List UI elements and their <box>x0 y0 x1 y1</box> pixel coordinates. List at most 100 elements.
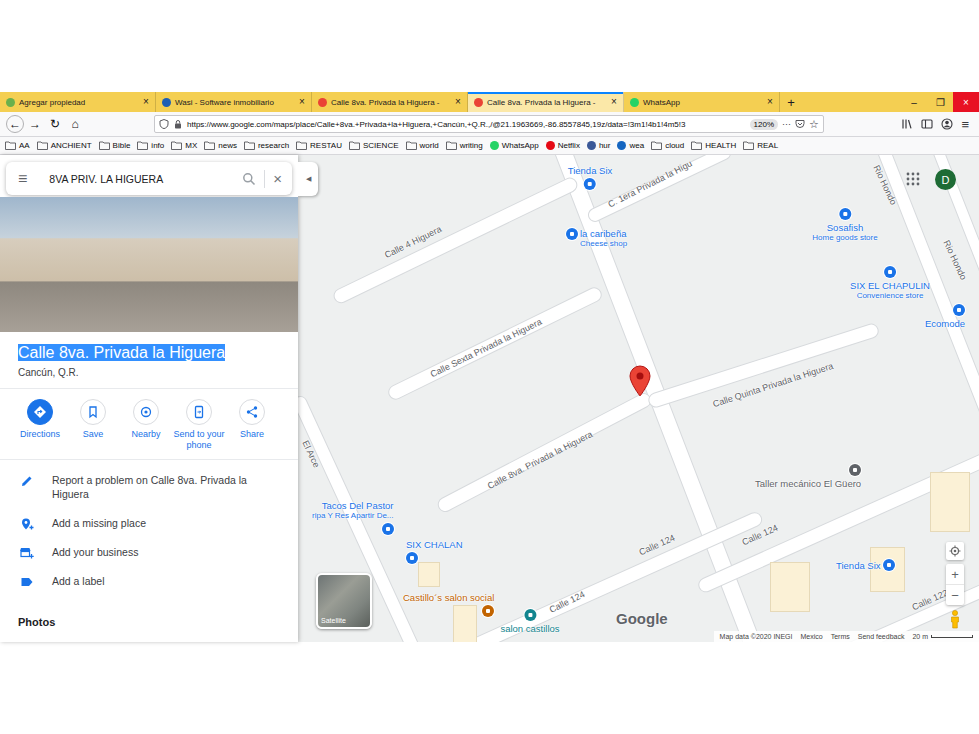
lock-icon[interactable] <box>173 119 183 129</box>
site-icon <box>617 141 626 150</box>
folder-icon <box>349 141 360 150</box>
tab-close-button[interactable]: × <box>297 97 307 107</box>
bookmark-item[interactable]: cloud <box>651 141 684 150</box>
bookmark-star-button[interactable]: ☆ <box>809 118 819 131</box>
nav-button[interactable]: ⌂ <box>66 115 84 133</box>
bookmark-label: news <box>218 141 237 150</box>
place-link[interactable]: Add a label <box>0 567 298 596</box>
bookmark-item[interactable]: ANCHIENT <box>37 141 92 150</box>
maps-menu-button[interactable]: ≡ <box>18 170 27 188</box>
place-marker[interactable]: Tienda Six <box>836 559 895 571</box>
window-control-button[interactable]: × <box>953 92 979 112</box>
window-controls: –❐× <box>901 92 979 112</box>
tab-close-button[interactable]: × <box>141 97 151 107</box>
place-marker[interactable]: salon castillos <box>500 609 559 634</box>
pegman-icon[interactable] <box>949 609 961 629</box>
bookmark-item[interactable]: research <box>244 141 289 150</box>
browser-tab[interactable]: Agregar propiedad× <box>0 92 156 112</box>
tab-close-button[interactable]: × <box>609 97 619 107</box>
place-marker[interactable]: SIX CHALAN <box>406 539 463 564</box>
collapse-panel-button[interactable]: ◀ <box>298 162 318 196</box>
tab-label: Calle 8va. Privada la Higuera - <box>331 98 449 107</box>
place-photo[interactable] <box>0 197 298 332</box>
satellite-layer-button[interactable]: Satellite <box>316 573 372 629</box>
bookmark-item[interactable]: hur <box>587 141 611 150</box>
window-control-button[interactable]: – <box>901 92 927 112</box>
place-marker[interactable]: Ecomode <box>925 304 965 329</box>
new-tab-button[interactable]: + <box>780 92 802 112</box>
bookmark-item[interactable]: Bible <box>99 141 131 150</box>
place-action-button[interactable]: Save <box>67 399 119 451</box>
browser-tab[interactable]: Calle 8va. Privada la Higuera -× <box>468 92 624 112</box>
nav-button[interactable]: ↻ <box>46 115 64 133</box>
zoom-button[interactable]: + <box>946 564 964 584</box>
bookmark-item[interactable]: REAL <box>743 141 778 150</box>
bookmark-item[interactable]: news <box>204 141 237 150</box>
place-icon <box>524 609 536 621</box>
footer-link[interactable]: Mexico <box>800 633 822 640</box>
menu-button[interactable]: ≡ <box>961 117 969 132</box>
library-icon[interactable] <box>901 118 913 130</box>
place-action-button[interactable]: Share <box>226 399 278 451</box>
place-marker[interactable]: SIX EL CHAPULINConvenience store <box>850 266 930 301</box>
bookmark-item[interactable]: wea <box>617 141 644 150</box>
place-marker[interactable]: SosafishHome goods store <box>812 208 877 243</box>
street-label: Rio Hondo <box>941 239 968 282</box>
window-control-button[interactable]: ❐ <box>927 92 953 112</box>
place-marker[interactable]: la caribeñaCheese shop <box>566 228 627 249</box>
place-marker[interactable]: Castillo´s salon social <box>403 592 494 617</box>
address-bar[interactable]: https://www.google.com/maps/place/Calle+… <box>154 115 824 133</box>
browser-tab[interactable]: Wasi - Software inmobiliario× <box>156 92 312 112</box>
place-marker[interactable]: Taller mecánico El Güero <box>755 464 861 489</box>
bookmark-item[interactable]: HEALTH <box>691 141 736 150</box>
bookmark-item[interactable]: info <box>137 141 164 150</box>
footer-link[interactable]: Terms <box>831 633 850 640</box>
place-link[interactable]: Add a missing place <box>0 509 298 538</box>
nav-button[interactable]: → <box>26 115 44 133</box>
place-action-button[interactable]: Nearby <box>120 399 172 451</box>
bookmark-label: Bible <box>113 141 131 150</box>
sidebar-icon[interactable] <box>921 118 933 130</box>
action-circle <box>133 399 159 425</box>
bookmark-item[interactable]: RESTAU <box>296 141 342 150</box>
search-box[interactable]: ≡ 8VA PRIV. LA HIGUERA × <box>6 162 292 195</box>
shield-icon[interactable] <box>159 119 169 129</box>
footer-link[interactable]: Send feedback <box>858 633 905 640</box>
bookmark-item[interactable]: SCIENCE <box>349 141 399 150</box>
search-input[interactable]: 8VA PRIV. LA HIGUERA <box>35 173 234 185</box>
bookmark-item[interactable]: world <box>406 141 439 150</box>
place-marker[interactable]: Tacos Del Pastorripa Y Res Apartir De... <box>312 500 394 535</box>
tab-close-button[interactable]: × <box>765 97 775 107</box>
zoom-button[interactable]: − <box>946 584 964 605</box>
place-label: salon castillos <box>500 623 559 634</box>
bookmark-item[interactable]: MX <box>171 141 197 150</box>
footer-link[interactable]: Map data ©2020 INEGI <box>720 633 793 640</box>
bookmark-item[interactable]: Netflix <box>546 141 580 150</box>
browser-tab[interactable]: Calle 8va. Privada la Higuera - × <box>312 92 468 112</box>
nav-button[interactable]: ← <box>6 115 24 133</box>
bookmark-item[interactable]: writing <box>446 141 483 150</box>
my-location-button[interactable] <box>946 542 964 560</box>
place-marker[interactable]: Tienda Six <box>568 165 613 190</box>
place-link[interactable]: Add your business <box>0 538 298 567</box>
place-action-button[interactable]: Send to your phone <box>173 399 225 451</box>
bookmark-item[interactable]: AA <box>5 141 30 150</box>
place-label: la caribeñaCheese shop <box>580 228 627 249</box>
tab-close-button[interactable]: × <box>453 97 463 107</box>
account-icon[interactable] <box>941 118 953 130</box>
scale-bar[interactable]: 20 m <box>912 633 973 640</box>
zoom-badge[interactable]: 120% <box>750 119 778 130</box>
account-avatar[interactable]: D <box>935 169 956 190</box>
browser-tab[interactable]: WhatsApp× <box>624 92 780 112</box>
location-pin-icon[interactable] <box>629 365 651 397</box>
map-canvas[interactable]: C. 1era Privada la HiguCalle 4 HigueraCa… <box>298 155 979 642</box>
apps-grid-icon[interactable] <box>906 172 920 186</box>
page-actions-button[interactable]: ··· <box>782 119 791 129</box>
bookmark-item[interactable]: WhatsApp <box>490 141 539 150</box>
clear-search-button[interactable]: × <box>273 170 282 187</box>
place-link[interactable]: Report a problem on Calle 8va. Privada l… <box>0 466 298 509</box>
place-action-button[interactable]: Directions <box>14 399 66 451</box>
bookmark-label: MX <box>185 141 197 150</box>
search-icon[interactable] <box>242 172 256 186</box>
pocket-icon[interactable] <box>795 119 805 129</box>
